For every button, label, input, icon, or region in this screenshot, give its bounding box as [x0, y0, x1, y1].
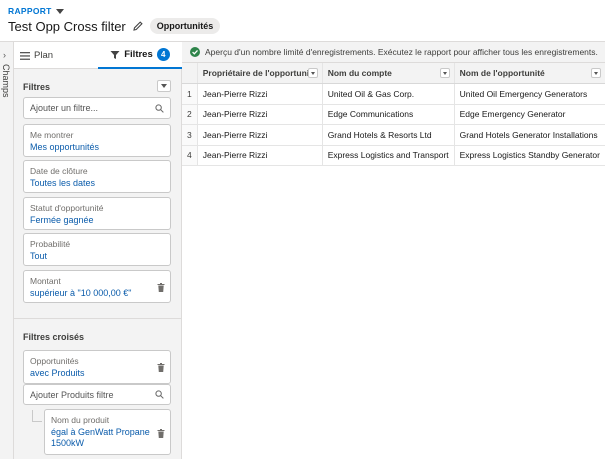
row-number: 2 — [182, 104, 198, 125]
filter-card-close-date[interactable]: Date de clôture Toutes les dates — [23, 160, 171, 193]
row-number: 4 — [182, 145, 198, 166]
cell-owner[interactable]: Jean-Pierre Rizzi — [197, 83, 323, 105]
cell-account[interactable]: Grand Hotels & Resorts Ltd — [322, 124, 455, 146]
filters-menu-button[interactable] — [157, 80, 171, 92]
section-divider — [14, 318, 182, 319]
preview-notice: Aperçu d'un nombre limité d'enregistreme… — [182, 42, 605, 63]
search-icon — [155, 103, 164, 113]
filters-section-title: Filtres — [23, 82, 51, 92]
column-menu-button[interactable] — [439, 68, 450, 78]
tab-plan[interactable]: Plan — [20, 42, 90, 69]
sub-filter-label: Nom du produit — [51, 415, 110, 425]
trash-icon[interactable] — [157, 363, 165, 372]
column-header-opportunity[interactable]: Nom de l'opportunité — [454, 63, 605, 84]
report-type-pill: Opportunités — [149, 18, 221, 34]
cell-owner[interactable]: Jean-Pierre Rizzi — [197, 145, 323, 166]
product-name-filter-card[interactable]: Nom du produit égal à GenWatt Propane 15… — [44, 409, 171, 455]
preview-notice-text: Aperçu d'un nombre limité d'enregistreme… — [205, 47, 598, 57]
trash-icon[interactable] — [157, 429, 165, 438]
column-header-account[interactable]: Nom du compte — [322, 63, 455, 84]
filter-card-show-me[interactable]: Me montrer Mes opportunités — [23, 124, 171, 157]
column-menu-button[interactable] — [307, 68, 318, 78]
table-header-row: Propriétaire de l'opportunité Nom du com… — [182, 63, 605, 84]
filter-card-label: Montant — [30, 276, 61, 286]
cell-account[interactable]: Express Logistics and Transport — [322, 145, 455, 166]
fields-rail[interactable]: › Champs — [0, 42, 14, 459]
list-icon — [20, 51, 30, 60]
report-eyebrow-label: RAPPORT — [8, 6, 52, 16]
fields-rail-label: Champs — [1, 64, 11, 98]
cell-account[interactable]: United Oil & Gas Corp. — [322, 83, 455, 105]
cell-opportunity[interactable]: Grand Hotels Generator Installations — [454, 124, 605, 146]
filter-count-badge: 4 — [156, 48, 170, 61]
pencil-icon[interactable] — [132, 20, 144, 32]
column-header-owner[interactable]: Propriétaire de l'opportunité — [197, 63, 323, 84]
row-number: 1 — [182, 83, 198, 105]
add-filter-placeholder: Ajouter un filtre... — [30, 103, 99, 113]
column-header-label: Propriétaire de l'opportunité — [202, 68, 317, 78]
report-preview: Aperçu d'un nombre limité d'enregistreme… — [182, 42, 605, 459]
filter-card-amount[interactable]: Montant supérieur à "10 000,00 €" — [23, 270, 171, 303]
add-product-filter-placeholder: Ajouter Produits filtre — [30, 389, 114, 400]
filter-card-label: Me montrer — [30, 130, 74, 140]
report-table: Propriétaire de l'opportunité Nom du com… — [182, 63, 605, 166]
cell-owner[interactable]: Jean-Pierre Rizzi — [197, 124, 323, 146]
table-row: 4 Jean-Pierre Rizzi Express Logistics an… — [182, 145, 605, 166]
cell-opportunity[interactable]: Express Logistics Standby Generator — [454, 145, 605, 166]
table-row: 3 Jean-Pierre Rizzi Grand Hotels & Resor… — [182, 124, 605, 146]
report-header: RAPPORT Test Opp Cross filter Opportunit… — [0, 0, 605, 42]
cross-filter-value: avec Produits — [30, 368, 85, 378]
cell-opportunity[interactable]: Edge Emergency Generator — [454, 104, 605, 125]
cell-account[interactable]: Edge Communications — [322, 104, 455, 125]
report-eyebrow-menu[interactable]: RAPPORT — [8, 6, 64, 16]
chevron-right-icon[interactable]: › — [3, 50, 6, 60]
chevron-down-icon — [593, 71, 598, 75]
filter-card-label: Probabilité — [30, 239, 71, 249]
tab-filters[interactable]: Filtres 4 — [98, 42, 182, 69]
chevron-down-icon — [442, 71, 447, 75]
sub-filter-value: égal à GenWatt Propane 1500kW — [51, 427, 150, 449]
table-row: 2 Jean-Pierre Rizzi Edge Communications … — [182, 104, 605, 125]
title-row: Test Opp Cross filter Opportunités — [8, 18, 221, 34]
cross-filters-section-title: Filtres croisés — [23, 332, 85, 342]
filter-panel: Plan Filtres 4 Filtres Ajouter un filtre… — [14, 42, 182, 459]
add-product-filter-input[interactable]: Ajouter Produits filtre — [23, 384, 171, 405]
column-header-label: Nom de l'opportunité — [459, 68, 545, 78]
cross-filter-card[interactable]: Opportunités avec Produits — [23, 350, 171, 384]
row-number: 3 — [182, 124, 198, 146]
filter-card-value: supérieur à "10 000,00 €" — [30, 288, 132, 298]
filter-card-value: Mes opportunités — [30, 142, 100, 152]
filter-card-value: Toutes les dates — [30, 178, 96, 188]
filter-card-value: Fermée gagnée — [30, 215, 94, 225]
chevron-down-icon — [161, 84, 167, 88]
success-check-icon — [190, 47, 200, 57]
cell-opportunity[interactable]: United Oil Emergency Generators — [454, 83, 605, 105]
filter-card-stage[interactable]: Statut d'opportunité Fermée gagnée — [23, 197, 171, 230]
search-icon — [155, 390, 164, 399]
trash-icon[interactable] — [157, 283, 165, 292]
column-header-label: Nom du compte — [327, 68, 392, 78]
chevron-down-icon — [55, 8, 64, 14]
filter-icon — [110, 50, 120, 59]
tab-plan-label: Plan — [34, 50, 54, 61]
panel-tabs: Plan Filtres 4 — [14, 42, 182, 69]
filter-card-label: Statut d'opportunité — [30, 203, 104, 213]
tab-filters-label: Filtres — [124, 49, 153, 60]
tree-connector — [32, 410, 42, 422]
add-filter-input[interactable]: Ajouter un filtre... — [23, 97, 171, 119]
chevron-down-icon — [310, 71, 315, 75]
report-title: Test Opp Cross filter — [8, 18, 126, 34]
column-menu-button[interactable] — [590, 68, 601, 78]
table-row: 1 Jean-Pierre Rizzi United Oil & Gas Cor… — [182, 83, 605, 105]
filter-card-label: Date de clôture — [30, 166, 88, 176]
filter-card-probability[interactable]: Probabilité Tout — [23, 233, 171, 266]
cross-filter-label: Opportunités — [30, 356, 79, 366]
filter-card-value: Tout — [30, 251, 48, 261]
row-number-header — [182, 63, 198, 84]
cell-owner[interactable]: Jean-Pierre Rizzi — [197, 104, 323, 125]
